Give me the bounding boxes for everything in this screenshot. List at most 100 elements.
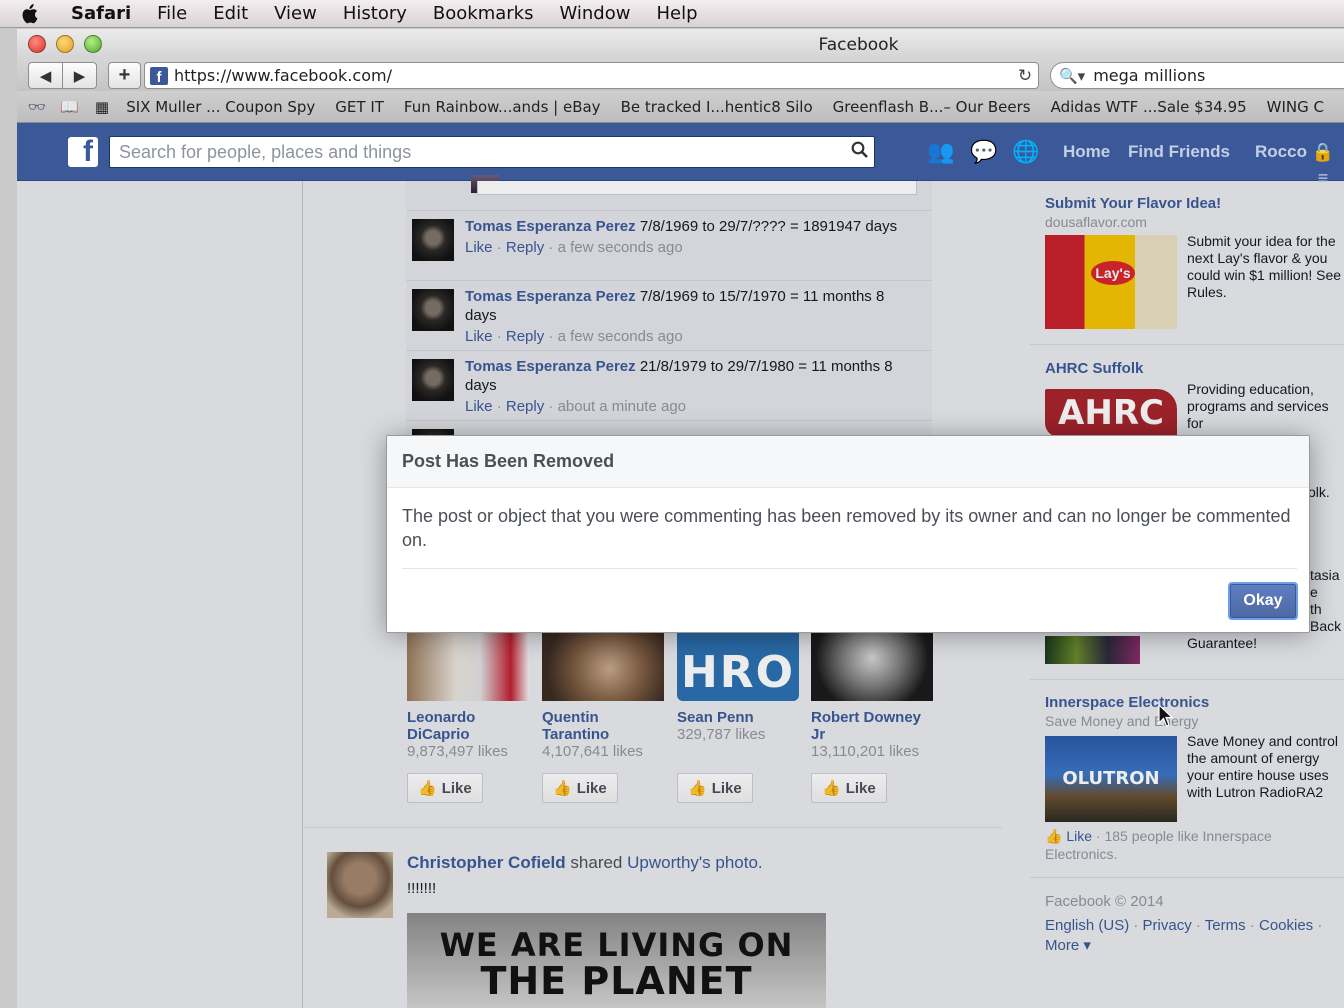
bookmark-item[interactable]: GET IT [335,98,384,116]
story-author-link[interactable]: Christopher Cofield [407,853,566,872]
page-photo-hro-logo[interactable]: HRO [677,629,799,701]
ad-description: Providing education, programs and servic… [1187,381,1329,431]
ad-like-link[interactable]: 👍 Like [1045,828,1092,844]
ad-game-image[interactable] [1045,636,1140,664]
window-title: Facebook [818,35,899,55]
ad-divider [1030,344,1344,345]
comment-author-link[interactable]: Tomas Esperanza Perez [465,358,636,375]
comment-author-link[interactable]: Tomas Esperanza Perez [465,218,636,235]
bookmark-item[interactable]: SIX Muller ... Coupon Spy [126,98,315,116]
story-target-link[interactable]: Upworthy's photo. [627,853,763,872]
comment-item: Tomas Esperanza Perez 7/8/1969 to 29/7/?… [406,210,932,280]
ad-ahrc-logo[interactable]: AHRC [1045,389,1177,437]
menu-edit[interactable]: Edit [200,3,261,24]
page-like-button[interactable]: 👍 Like [811,773,887,803]
page-photo[interactable] [811,629,933,701]
friend-requests-icon[interactable]: 👥 [927,139,955,165]
page-like-button[interactable]: 👍 Like [542,773,618,803]
story-verb: shared [570,853,623,872]
facebook-search-input[interactable] [119,141,844,163]
footer-language-link[interactable]: English (US) [1045,917,1129,934]
feed-divider [304,827,1002,828]
comment-reply-link[interactable]: Reply [506,398,544,415]
nav-profile-link[interactable]: Rocco [1255,142,1307,162]
bookmarks-bar: 👓 📖 ▦ SIX Muller ... Coupon Spy GET IT F… [17,91,1344,123]
comment-like-link[interactable]: Like [465,398,493,415]
menu-help[interactable]: Help [643,3,710,24]
comment-avatar[interactable] [412,359,454,401]
comment-like-link[interactable]: Like [465,239,493,256]
page-photo[interactable] [407,629,529,701]
notifications-globe-icon[interactable]: 🌐 [1012,139,1040,165]
footer-privacy-link[interactable]: Privacy [1143,917,1192,934]
ad-lutron-image[interactable]: OLUTRON [1045,736,1177,822]
browser-search-field[interactable]: 🔍▾ mega millions [1050,62,1344,89]
page-like-button[interactable]: 👍 Like [407,773,483,803]
comment-reply-link[interactable]: Reply [506,239,544,256]
comment-author-link[interactable]: Tomas Esperanza Perez [465,288,636,305]
bookmark-item[interactable]: Adidas WTF ...Sale $34.95 [1051,98,1247,116]
ad-ahrc-title-block: AHRC Suffolk [1045,360,1143,377]
footer-terms-link[interactable]: Terms [1205,917,1246,934]
menu-view[interactable]: View [261,3,330,24]
magnifier-icon[interactable] [844,141,874,163]
story-author-avatar[interactable] [327,852,393,918]
bookmarks-book-icon[interactable]: 📖 [55,98,83,116]
bookmark-item[interactable]: Greenflash B...– Our Beers [833,98,1031,116]
page-photo[interactable] [542,629,664,701]
ad-title-link[interactable]: Submit Your Flavor Idea! [1045,195,1221,212]
story-photo[interactable]: WE ARE LIVING ON THE PLANET [407,913,826,1008]
reload-icon[interactable]: ↻ [1012,66,1038,86]
footer-copyright: Facebook © 2014 [1045,893,1164,910]
okay-button[interactable]: Okay [1230,584,1296,618]
forward-button[interactable]: ▶ [62,62,97,89]
lays-logo: Lay's [1091,261,1135,285]
messages-icon[interactable]: 💬 [970,139,998,165]
apple-menu-icon[interactable] [0,3,58,24]
bookmark-item[interactable]: WING C [1267,98,1324,116]
page-likes-count: 329,787 likes [677,726,766,743]
reply-input[interactable] [477,181,917,195]
address-bar[interactable]: f https://www.facebook.com/ ↻ [144,62,1039,89]
caret-down-icon[interactable]: ▾ [1079,937,1091,954]
page-suggestion-card: Quentin Tarantino 4,107,641 likes 👍 Like [542,629,664,803]
page-name-link[interactable]: Sean Penn [677,709,799,726]
ad-domain: dousaflavor.com [1045,214,1147,230]
nav-home-link[interactable]: Home [1063,142,1110,162]
menu-app-safari[interactable]: Safari [58,3,144,24]
comment-avatar[interactable] [412,219,454,261]
comment-like-link[interactable]: Like [465,328,493,345]
comment-reply-link[interactable]: Reply [506,328,544,345]
comment-item: Tomas Esperanza Perez 21/8/1979 to 29/7/… [406,350,932,420]
comment-avatar[interactable] [412,289,454,331]
footer-cookies-link[interactable]: Cookies [1259,917,1313,934]
page-like-button[interactable]: 👍 Like [677,773,753,803]
menu-window[interactable]: Window [546,3,643,24]
ad-subtitle: Save Money and Energy [1045,713,1199,729]
nav-find-friends-link[interactable]: Find Friends [1128,142,1230,162]
comment-timestamp: a few seconds ago [557,239,683,256]
bookmark-item[interactable]: Be tracked I...hentic8 Silo [621,98,813,116]
page-name-link[interactable]: Quentin Tarantino [542,709,664,743]
reading-list-icon[interactable]: 👓 [23,98,51,116]
page-name-link[interactable]: Robert Downey Jr [811,709,933,743]
ad-title-link[interactable]: Innerspace Electronics [1045,694,1209,711]
top-sites-grid-icon[interactable]: ▦ [88,98,116,116]
back-button[interactable]: ◀ [28,62,63,89]
thumbs-up-icon: 👍 [418,780,437,797]
bookmark-item[interactable]: Fun Rainbow...ands | eBay [404,98,601,116]
facebook-logo-icon[interactable]: f [68,137,98,167]
menu-bookmarks[interactable]: Bookmarks [420,3,547,24]
menu-file[interactable]: File [144,3,200,24]
comment-item: Tomas Esperanza Perez 7/8/1969 to 15/7/1… [406,280,932,350]
new-tab-button[interactable]: + [108,62,141,89]
page-likes-count: 4,107,641 likes [542,743,643,760]
page-name-link[interactable]: Leonardo DiCaprio [407,709,529,743]
ad-title-link[interactable]: AHRC Suffolk [1045,360,1143,377]
thumbs-up-icon: 👍 [822,780,841,797]
ad-chips-image[interactable]: Lay's [1045,235,1177,329]
search-icon: 🔍▾ [1059,67,1086,85]
privacy-shortcuts-icon[interactable]: 🔒≡ [1309,139,1337,188]
menu-history[interactable]: History [330,3,420,24]
footer-more-link[interactable]: More [1045,937,1079,954]
